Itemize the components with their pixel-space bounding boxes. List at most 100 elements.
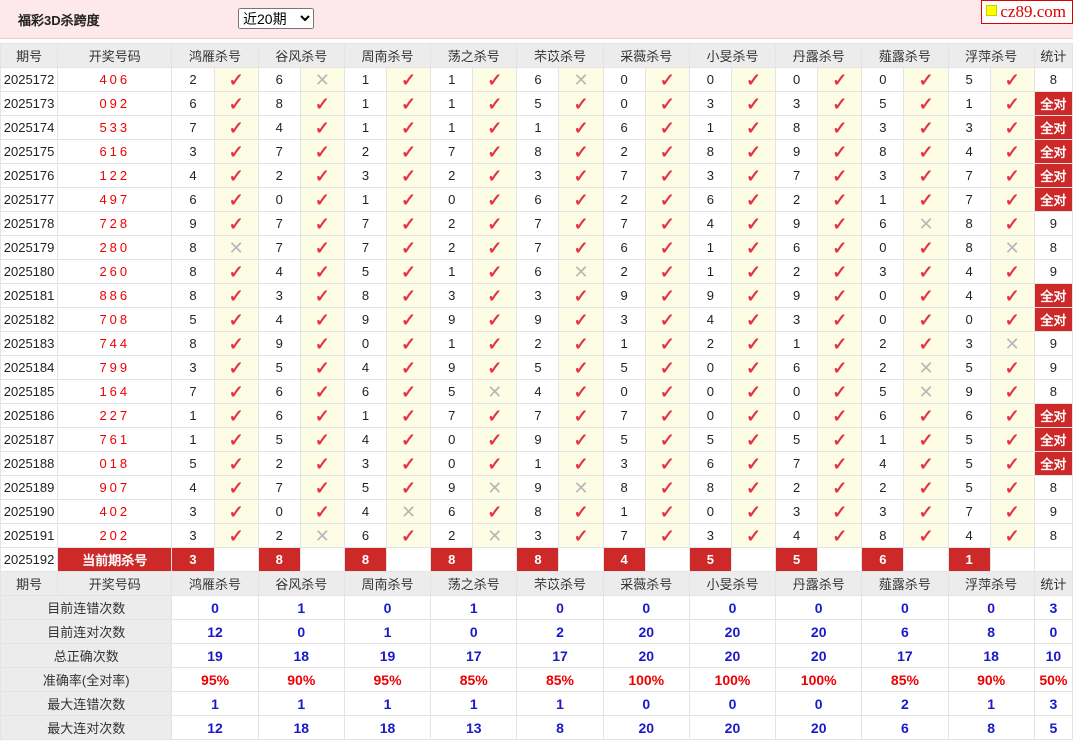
kill-number-cell: 7 [947,187,991,212]
table-row: 2025185 164 7 ✓ 6 ✓ 6 ✓ 5 ✕ 4 ✓ 0 ✓ 0 ✓ 0 ✓ 5 ✕ 9 ✓ 8 [0,379,1073,404]
check-icon: ✓ [659,261,675,282]
stats-value: 6 [861,715,949,740]
kill-number-cell: 8 [257,91,301,116]
stat-cell: 8 [1033,475,1073,500]
kill-number-cell: 1 [688,235,732,260]
stat-cell: 9 [1033,211,1073,236]
stats-value: 1 [171,691,259,716]
period-cell: 2025178 [0,211,59,236]
stats-value: 1 [430,595,518,620]
check-icon: ✓ [573,357,589,378]
kill-number-cell: 9 [171,211,215,236]
result-mark-cell: ✓ [213,331,259,356]
kill-number-cell: 3 [430,283,474,308]
result-mark-cell: ✕ [386,499,432,524]
check-icon: ✓ [832,501,848,522]
check-icon: ✓ [832,93,848,114]
kill-number-cell: 2 [861,331,905,356]
kill-number-cell: 3 [775,499,819,524]
kill-number-cell: 7 [516,403,560,428]
draw-number-cell: 616 [57,139,173,164]
result-mark-cell: ✓ [558,139,604,164]
check-icon: ✓ [573,237,589,258]
kill-number-cell: 2 [775,259,819,284]
kill-number-cell: 5 [947,451,991,476]
result-mark-cell: ✓ [730,331,777,356]
kill-number-cell: 0 [775,403,819,428]
result-mark-cell: ✓ [730,163,777,188]
check-icon: ✓ [659,189,675,210]
check-icon: ✓ [1004,501,1020,522]
result-mark-cell: ✓ [299,187,345,212]
check-icon: ✓ [487,285,503,306]
check-icon: ✓ [401,477,417,498]
check-icon: ✓ [487,141,503,162]
period-cell: 2025185 [0,379,59,404]
check-icon: ✓ [401,381,417,402]
stats-value: 0 [343,595,432,620]
stats-label: 准确率(全对率) [0,667,173,692]
stats-value: 0 [430,619,518,644]
kill-number-cell: 7 [430,403,474,428]
kill-number-cell: 6 [602,115,646,140]
kill-number-cell: 9 [343,307,388,332]
result-mark-cell: ✓ [817,307,863,332]
result-mark-cell: ✓ [989,427,1035,452]
check-icon: ✓ [401,429,417,450]
kill-number-cell: 1 [775,331,819,356]
check-icon: ✓ [918,285,934,306]
check-icon: ✓ [487,213,503,234]
check-icon: ✓ [659,309,675,330]
table-row: 2025187 761 1 ✓ 5 ✓ 4 ✓ 0 ✓ 9 ✓ 5 ✓ 5 ✓ 5 ✓ 1 ✓ 5 ✓ 全对 [0,427,1073,452]
result-mark-cell: ✓ [903,523,949,548]
result-mark-cell: ✓ [299,355,345,380]
kill-number-cell: 5 [947,427,991,452]
check-icon: ✓ [659,525,675,546]
result-mark-cell: ✕ [472,379,518,404]
result-mark-cell: ✓ [730,523,777,548]
kill-number-cell: 1 [516,451,560,476]
draw-number-cell: 761 [57,427,173,452]
period-cell: 2025190 [0,499,59,524]
kill-number-cell: 0 [602,91,646,116]
result-mark-cell: ✓ [730,427,777,452]
table-row: 2025190 402 3 ✓ 0 ✓ 4 ✕ 6 ✓ 8 ✓ 1 ✓ 0 ✓ 3 ✓ 3 ✓ 7 ✓ 9 [0,499,1073,524]
stats-value: 50% [1033,667,1073,692]
check-icon: ✓ [401,357,417,378]
period-cell: 2025172 [0,67,59,92]
kill-number-cell: 0 [688,379,732,404]
result-mark-cell: ✓ [299,331,345,356]
result-mark-cell: ✓ [730,283,777,308]
header-cell: 芣苡杀号 [516,571,604,596]
result-mark-cell: ✓ [299,427,345,452]
site-logo[interactable]: cz89.com [981,0,1073,24]
check-icon: ✓ [1004,93,1020,114]
kill-number-cell: 3 [861,499,905,524]
result-mark-cell: ✕ [299,523,345,548]
check-icon: ✓ [745,429,762,450]
result-mark-cell: ✓ [213,211,259,236]
table-row: 2025184 799 3 ✓ 5 ✓ 4 ✓ 9 ✓ 5 ✓ 5 ✓ 0 ✓ 6 ✓ 2 ✕ 5 ✓ 9 [0,355,1073,380]
result-mark-cell: ✓ [903,451,949,476]
kill-number-cell: 7 [602,211,646,236]
table-row: 2025180 260 8 ✓ 4 ✓ 5 ✓ 1 ✓ 6 ✕ 2 ✓ 1 ✓ 2 ✓ 3 ✓ 4 ✓ 9 [0,259,1073,284]
draw-number-cell: 164 [57,379,173,404]
kill-number-cell: 5 [947,355,991,380]
check-icon: ✓ [918,141,934,162]
stats-value: 20 [775,619,863,644]
stats-value: 85% [430,667,518,692]
stats-value: 20 [602,643,690,668]
kill-number-cell: 4 [343,355,388,380]
kill-number-cell: 6 [775,235,819,260]
kill-number-cell: 4 [688,307,732,332]
kill-number-cell: 3 [947,331,991,356]
kill-number-cell: 4 [688,211,732,236]
period-cell: 2025183 [0,331,59,356]
period-select[interactable]: 近20期 [238,8,314,29]
kill-number-cell: 1 [430,331,474,356]
cross-icon: ✕ [314,525,330,546]
check-icon: ✓ [918,309,934,330]
check-icon: ✓ [1004,141,1020,162]
stats-value: 12 [171,619,259,644]
check-icon: ✓ [659,381,675,402]
